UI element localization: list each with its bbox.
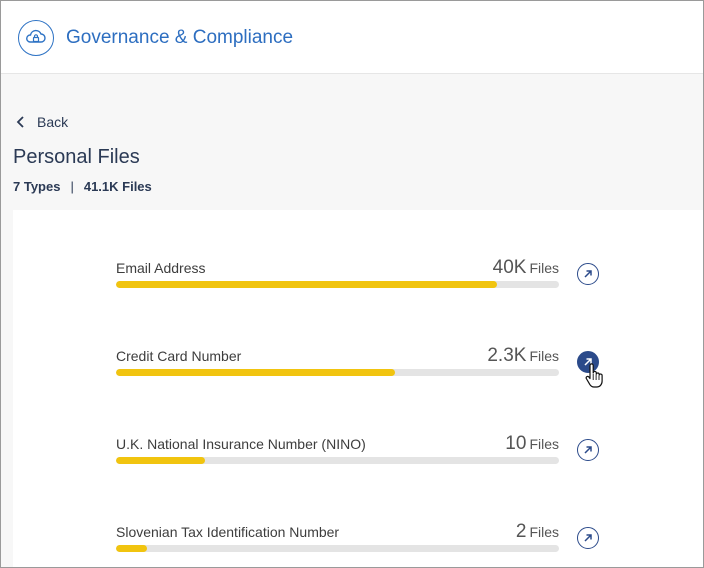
arrow-up-right-icon	[584, 270, 592, 278]
data-type-name: U.K. National Insurance Number (NINO)	[116, 436, 366, 452]
progress-bar	[116, 545, 559, 552]
back-link[interactable]: Back	[13, 111, 68, 133]
list-item: Email Address 40K Files	[116, 257, 606, 300]
file-count-unit: Files	[529, 524, 559, 540]
progress-bar	[116, 457, 559, 464]
file-count-unit: Files	[529, 348, 559, 364]
data-type-name: Email Address	[116, 260, 206, 276]
files-count: 41.1K Files	[83, 179, 152, 194]
file-count-value: 2	[515, 521, 527, 542]
file-count: 2 Files	[516, 521, 559, 543]
file-count-value: 40K	[492, 257, 527, 278]
app-window: Governance & Compliance Back Personal Fi…	[0, 0, 704, 568]
progress-bar	[116, 281, 559, 288]
list-item: Slovenian Tax Identification Number 2 Fil…	[116, 521, 606, 564]
app-title: Governance & Compliance	[66, 27, 294, 48]
file-count-value: 10	[505, 433, 527, 454]
open-investigation-button[interactable]	[577, 439, 599, 461]
summary-separator: |	[70, 179, 74, 194]
types-count: 7 Types	[13, 179, 61, 194]
file-count-unit: Files	[529, 260, 559, 276]
list-item: Credit Card Number 2.3K Files	[116, 345, 606, 388]
arrow-up-right-icon	[584, 534, 592, 542]
page-title: Personal Files	[13, 146, 140, 168]
hand-pointer-icon	[585, 363, 603, 388]
file-count: 40K Files	[493, 257, 559, 279]
summary-line: 7 Types | 41.1K Files	[13, 179, 152, 194]
progress-fill	[116, 281, 497, 288]
cloud-lock-icon[interactable]	[18, 20, 54, 56]
list-item: U.K. National Insurance Number (NINO) 10…	[116, 433, 606, 476]
app-header: Governance & Compliance	[1, 1, 703, 74]
data-types-panel: Email Address 40K Files Credit Card Numbe…	[13, 210, 703, 567]
open-investigation-button[interactable]	[577, 527, 599, 549]
data-type-name: Credit Card Number	[116, 348, 242, 364]
file-count: 2.3K Files	[487, 345, 559, 367]
progress-fill	[116, 457, 205, 464]
file-count: 10 Files	[505, 433, 559, 455]
progress-fill	[116, 369, 396, 376]
progress-fill	[116, 545, 147, 552]
chevron-left-icon	[16, 116, 24, 128]
file-count-value: 2.3K	[487, 345, 527, 366]
data-type-name: Slovenian Tax Identification Number	[116, 524, 340, 540]
arrow-up-right-icon	[584, 446, 592, 454]
back-label: Back	[37, 114, 69, 130]
progress-bar	[116, 369, 559, 376]
open-investigation-button[interactable]	[577, 263, 599, 285]
file-count-unit: Files	[529, 436, 559, 452]
